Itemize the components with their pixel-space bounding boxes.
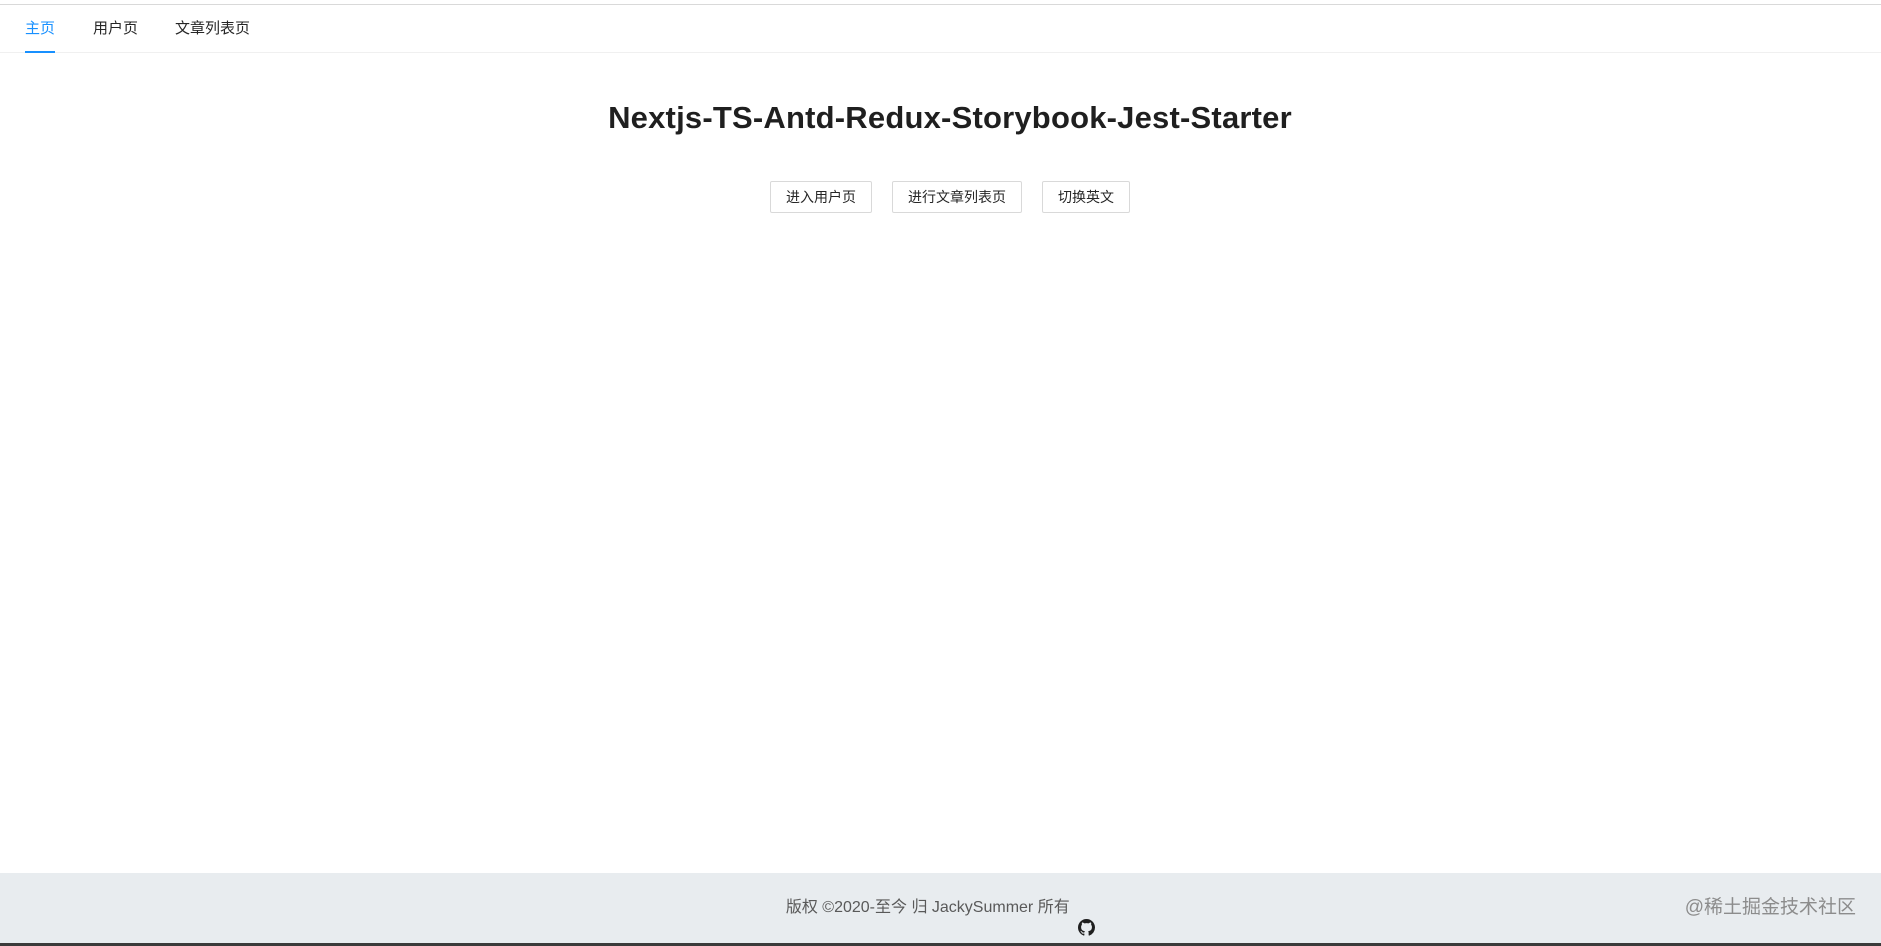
nav-item-user[interactable]: 用户页 (93, 5, 138, 53)
switch-english-button[interactable]: 切换英文 (1042, 181, 1130, 213)
nav-item-home[interactable]: 主页 (25, 5, 56, 53)
enter-user-page-button[interactable]: 进入用户页 (770, 181, 872, 213)
go-article-list-button[interactable]: 进行文章列表页 (892, 181, 1022, 213)
footer: 版权 ©2020-至今 归 JackySummer 所有 @稀土掘金技术社区 (0, 873, 1881, 943)
footer-copyright: 版权 ©2020-至今 归 JackySummer 所有 (0, 873, 1881, 943)
top-nav-menu: 主页 用户页 文章列表页 (0, 5, 1881, 53)
app-window: 主页 用户页 文章列表页 Nextjs-TS-Antd-Redux-Storyb… (0, 0, 1881, 946)
nav-item-article-list[interactable]: 文章列表页 (175, 5, 250, 53)
page-title: Nextjs-TS-Antd-Redux-Storybook-Jest-Star… (608, 100, 1292, 135)
watermark: @稀土掘金技术社区 (1684, 897, 1856, 918)
footer-copyright-text: 版权 ©2020-至今 归 JackySummer 所有 (785, 899, 1070, 916)
github-icon[interactable] (1078, 897, 1096, 936)
